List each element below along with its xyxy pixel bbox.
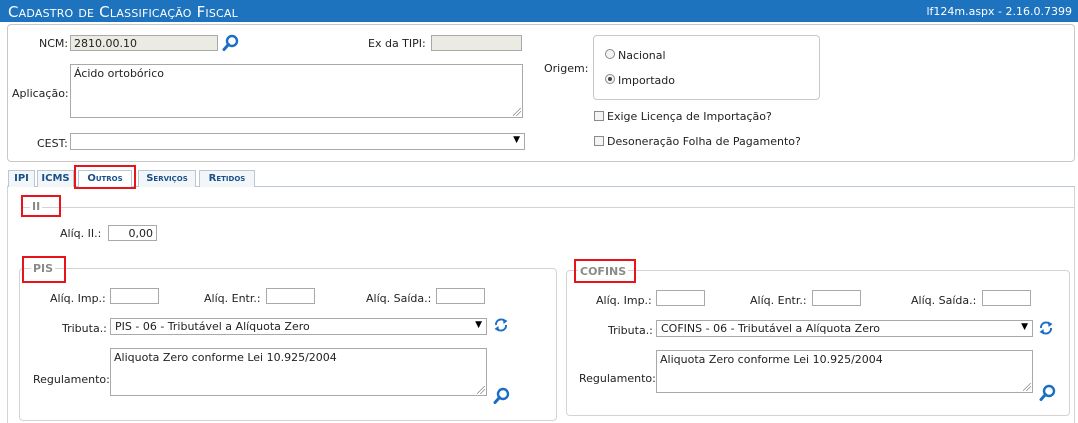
ii-aliq-input[interactable]: 0,00 <box>108 225 157 241</box>
highlight-tab-outros <box>74 165 136 189</box>
pis-regulamento-search-icon[interactable] <box>493 387 511 405</box>
cofins-refresh-icon[interactable] <box>1038 320 1054 336</box>
cofins-tributa-label: Tributa.: <box>608 324 653 337</box>
cofins-aliq-saida-input[interactable] <box>982 290 1031 306</box>
highlight-cofins <box>574 259 636 283</box>
aplicacao-label: Aplicação: <box>12 87 69 100</box>
ncm-search-icon[interactable] <box>222 34 240 52</box>
chevron-down-icon: ▼ <box>1021 322 1028 332</box>
origem-importado-label[interactable]: Importado <box>618 74 675 87</box>
pis-tributa-select[interactable]: PIS - 06 - Tributável a Alíquota Zero ▼ <box>110 318 487 335</box>
origem-radio-group <box>593 35 820 100</box>
pis-aliq-saida-input[interactable] <box>436 288 485 304</box>
highlight-ii <box>21 195 61 217</box>
tab-servicos[interactable]: Serviços <box>138 170 196 187</box>
origem-nacional-label[interactable]: Nacional <box>618 49 666 62</box>
pis-aliq-saida-label: Alíq. Saída.: <box>366 292 432 305</box>
ncm-input[interactable]: 2810.00.10 <box>70 35 218 51</box>
aplicacao-text: Ácido ortobórico <box>74 67 165 80</box>
cest-label: CEST: <box>37 137 68 150</box>
desoneracao-checkbox[interactable] <box>594 136 604 146</box>
ncm-label: NCM: <box>39 37 69 50</box>
tab-ipi[interactable]: IPI <box>8 170 35 187</box>
page-title: Cadastro de Classificação Fiscal <box>8 3 238 21</box>
aplicacao-textarea[interactable]: Ácido ortobórico <box>70 64 523 118</box>
cofins-aliq-entr-input[interactable] <box>812 290 861 306</box>
cofins-regulamento-label: Regulamento: <box>579 372 656 385</box>
exige-licenca-label[interactable]: Exige Licença de Importação? <box>607 110 772 123</box>
pis-regulamento-textarea[interactable]: Aliquota Zero conforme Lei 10.925/2004 <box>110 348 487 396</box>
exige-licenca-checkbox[interactable] <box>594 111 604 121</box>
cest-select[interactable]: ▼ <box>70 133 525 150</box>
origem-importado-radio[interactable] <box>605 74 615 84</box>
extipi-label: Ex da TIPI: <box>368 37 426 50</box>
cofins-regulamento-search-icon[interactable] <box>1039 384 1057 402</box>
cofins-regulamento-text: Aliquota Zero conforme Lei 10.925/2004 <box>660 353 883 366</box>
pis-regulamento-text: Aliquota Zero conforme Lei 10.925/2004 <box>114 351 337 364</box>
content-left-border <box>7 187 8 423</box>
version-label: lf124m.aspx - 2.16.0.7399 <box>926 5 1072 18</box>
cofins-regulamento-textarea[interactable]: Aliquota Zero conforme Lei 10.925/2004 <box>656 350 1033 393</box>
cofins-aliq-saida-label: Alíq. Saída.: <box>911 294 977 307</box>
origem-label: Origem: <box>544 62 589 75</box>
resize-grip-icon[interactable] <box>513 108 521 116</box>
pis-tributa-label: Tributa.: <box>62 322 107 335</box>
origem-nacional-radio[interactable] <box>605 49 615 59</box>
chevron-down-icon: ▼ <box>513 135 520 145</box>
cofins-tributa-select[interactable]: COFINS - 06 - Tributável a Alíquota Zero… <box>656 320 1033 337</box>
tab-retidos[interactable]: Retidos <box>199 170 255 187</box>
pis-refresh-icon[interactable] <box>493 317 509 333</box>
pis-aliq-imp-input[interactable] <box>110 288 159 304</box>
cofins-aliq-entr-label: Alíq. Entr.: <box>750 294 807 307</box>
cofins-aliq-imp-input[interactable] <box>656 290 705 306</box>
resize-grip-icon[interactable] <box>1023 383 1031 391</box>
title-bar: Cadastro de Classificação Fiscal lf124m.… <box>0 0 1078 22</box>
pis-aliq-entr-label: Alíq. Entr.: <box>204 292 261 305</box>
pis-tributa-value: PIS - 06 - Tributável a Alíquota Zero <box>115 320 310 333</box>
content-right-border <box>1074 187 1075 423</box>
pis-aliq-imp-label: Alíq. Imp.: <box>50 292 106 305</box>
cofins-tributa-value: COFINS - 06 - Tributável a Alíquota Zero <box>661 322 880 335</box>
ii-aliq-label: Alíq. II.: <box>60 227 102 240</box>
pis-aliq-entr-input[interactable] <box>266 288 315 304</box>
highlight-pis <box>22 256 66 283</box>
pis-regulamento-label: Regulamento: <box>33 373 110 386</box>
desoneracao-label[interactable]: Desoneração Folha de Pagamento? <box>607 135 801 148</box>
ii-divider <box>22 207 1074 208</box>
cofins-aliq-imp-label: Alíq. Imp.: <box>596 294 652 307</box>
tab-icms[interactable]: ICMS <box>37 170 74 187</box>
chevron-down-icon: ▼ <box>475 320 482 330</box>
extipi-input[interactable] <box>431 35 522 51</box>
resize-grip-icon[interactable] <box>477 386 485 394</box>
